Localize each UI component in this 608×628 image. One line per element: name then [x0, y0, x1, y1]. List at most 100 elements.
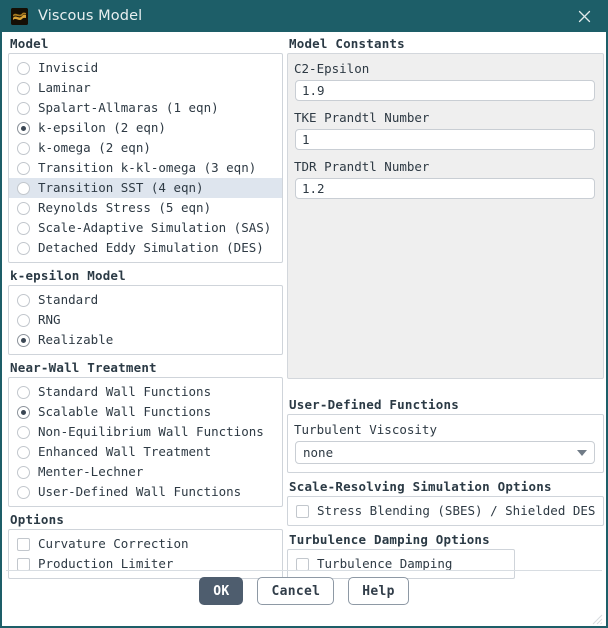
title-bar: Viscous Model: [2, 0, 606, 32]
model-option-1[interactable]: Laminar: [9, 78, 282, 98]
model-option-4[interactable]: k-omega (2 eqn): [9, 138, 282, 158]
nearwall-option-1[interactable]: Scalable Wall Functions: [9, 402, 282, 422]
radio-icon: [17, 81, 30, 95]
radio-icon: [17, 201, 30, 215]
nearwall-group-title: Near-Wall Treatment: [10, 360, 157, 375]
radio-icon: [17, 485, 30, 499]
window-title: Viscous Model: [38, 8, 143, 24]
close-icon[interactable]: [562, 0, 606, 32]
model-option-8[interactable]: Scale-Adaptive Simulation (SAS): [9, 218, 282, 238]
radio-icon-selected: [17, 121, 30, 135]
nearwall-group: Near-Wall Treatment Standard Wall Functi…: [8, 360, 283, 507]
resize-grip[interactable]: [589, 610, 603, 625]
model-option-9[interactable]: Detached Eddy Simulation (DES): [9, 238, 282, 258]
damping-group-title: Turbulence Damping Options: [289, 532, 490, 547]
model-option-7[interactable]: Reynolds Stress (5 eqn): [9, 198, 282, 218]
options-group: Options Curvature Correction Production L…: [8, 512, 283, 579]
model-option-5[interactable]: Transition k-kl-omega (3 eqn): [9, 158, 282, 178]
damping-group: Turbulence Damping Options Turbulence Da…: [287, 532, 515, 579]
radio-icon: [17, 141, 30, 155]
radio-icon: [17, 61, 30, 75]
model-group-title: Model: [10, 36, 49, 51]
udf-group: User-Defined Functions Turbulent Viscosi…: [287, 397, 604, 473]
left-column: Model Inviscid Laminar Spalart-Allmaras (1…: [8, 36, 283, 579]
kepsilon-group-title: k-epsilon Model: [10, 268, 126, 283]
checkbox-icon: [296, 557, 309, 571]
checkbox-icon: [296, 504, 309, 518]
damping-options-box: Turbulence Damping: [287, 549, 515, 579]
radio-icon: [17, 293, 30, 307]
radio-icon: [17, 241, 30, 255]
model-option-3[interactable]: k-epsilon (2 eqn): [9, 118, 282, 138]
right-column: Model Constants C2-Epsilon 1.9 TKE Prandtl…: [287, 36, 604, 579]
option-label: Scalable Wall Functions: [38, 404, 212, 419]
option-label: Enhanced Wall Treatment: [38, 444, 212, 459]
option-label: Curvature Correction: [38, 536, 189, 551]
udf-group-title: User-Defined Functions: [289, 397, 459, 412]
nearwall-option-4[interactable]: Menter-Lechner: [9, 462, 282, 482]
srs-checkbox-0[interactable]: Stress Blending (SBES) / Shielded DES: [288, 501, 603, 521]
option-label: k-omega (2 eqn): [38, 140, 151, 155]
constant-label-2: TDR Prandtl Number: [294, 159, 430, 174]
option-label: Reynolds Stress (5 eqn): [38, 200, 212, 215]
constant-input-2[interactable]: 1.2: [295, 178, 595, 199]
chevron-down-icon: [577, 449, 587, 456]
constant-input-0[interactable]: 1.9: [295, 80, 595, 101]
radio-icon-selected: [17, 333, 30, 347]
option-label: Transition k-kl-omega (3 eqn): [38, 160, 257, 175]
constant-input-1[interactable]: 1: [295, 129, 595, 150]
constant-label-1: TKE Prandtl Number: [294, 110, 430, 125]
option-label: Standard: [38, 292, 99, 307]
fluent-wave-icon: [11, 7, 28, 25]
option-label: Non-Equilibrium Wall Functions: [38, 424, 264, 439]
model-constants-group: Model Constants C2-Epsilon 1.9 TKE Prandtl…: [287, 36, 604, 379]
model-options-box: Inviscid Laminar Spalart-Allmaras (1 eqn) k…: [8, 53, 283, 263]
kepsilon-option-2[interactable]: Realizable: [9, 330, 282, 350]
dialog-body: Model Inviscid Laminar Spalart-Allmaras (1…: [2, 32, 606, 626]
srs-group: Scale-Resolving Simulation Options Stres…: [287, 479, 604, 526]
radio-icon: [17, 385, 30, 399]
nearwall-option-3[interactable]: Enhanced Wall Treatment: [9, 442, 282, 462]
model-constants-box: C2-Epsilon 1.9 TKE Prandtl Number 1 TDR Pran…: [287, 53, 604, 379]
model-option-0[interactable]: Inviscid: [9, 58, 282, 78]
nearwall-option-2[interactable]: Non-Equilibrium Wall Functions: [9, 422, 282, 442]
options-checkbox-1[interactable]: Production Limiter: [9, 554, 282, 574]
option-label: Spalart-Allmaras (1 eqn): [38, 100, 219, 115]
option-label: RNG: [38, 312, 61, 327]
srs-options-box: Stress Blending (SBES) / Shielded DES: [287, 496, 604, 526]
help-button[interactable]: Help: [348, 577, 409, 605]
kepsilon-option-1[interactable]: RNG: [9, 310, 282, 330]
nearwall-option-5[interactable]: User-Defined Wall Functions: [9, 482, 282, 502]
cancel-button[interactable]: Cancel: [257, 577, 335, 605]
srs-group-title: Scale-Resolving Simulation Options: [289, 479, 552, 494]
damping-checkbox-0[interactable]: Turbulence Damping: [288, 554, 514, 574]
radio-icon: [17, 465, 30, 479]
option-label: Inviscid: [38, 60, 99, 75]
option-label: Production Limiter: [38, 556, 174, 571]
option-label: Laminar: [38, 80, 91, 95]
kepsilon-group: k-epsilon Model Standard RNG Realizable: [8, 268, 283, 355]
footer-divider: [6, 570, 602, 571]
options-checkbox-box: Curvature Correction Production Limiter: [8, 529, 283, 579]
option-label: Turbulence Damping: [317, 556, 453, 571]
viscous-model-dialog: Viscous Model Model Inviscid Laminar Spala…: [0, 0, 608, 628]
model-constants-title: Model Constants: [289, 36, 405, 51]
nearwall-option-0[interactable]: Standard Wall Functions: [9, 382, 282, 402]
ok-button[interactable]: OK: [199, 577, 244, 605]
options-group-title: Options: [10, 512, 65, 527]
option-label: Realizable: [38, 332, 114, 347]
option-label: User-Defined Wall Functions: [38, 484, 242, 499]
kepsilon-options-box: Standard RNG Realizable: [8, 285, 283, 355]
option-label: Transition SST (4 eqn): [38, 180, 204, 195]
options-checkbox-0[interactable]: Curvature Correction: [9, 534, 282, 554]
kepsilon-option-0[interactable]: Standard: [9, 290, 282, 310]
radio-icon: [17, 101, 30, 115]
option-label: Detached Eddy Simulation (DES): [38, 240, 264, 255]
radio-icon-selected: [17, 405, 30, 419]
model-option-2[interactable]: Spalart-Allmaras (1 eqn): [9, 98, 282, 118]
radio-icon: [17, 221, 30, 235]
model-option-6[interactable]: Transition SST (4 eqn): [9, 178, 282, 198]
radio-icon: [17, 425, 30, 439]
model-group: Model Inviscid Laminar Spalart-Allmaras (1…: [8, 36, 283, 263]
turbulent-viscosity-select[interactable]: none: [295, 441, 595, 464]
